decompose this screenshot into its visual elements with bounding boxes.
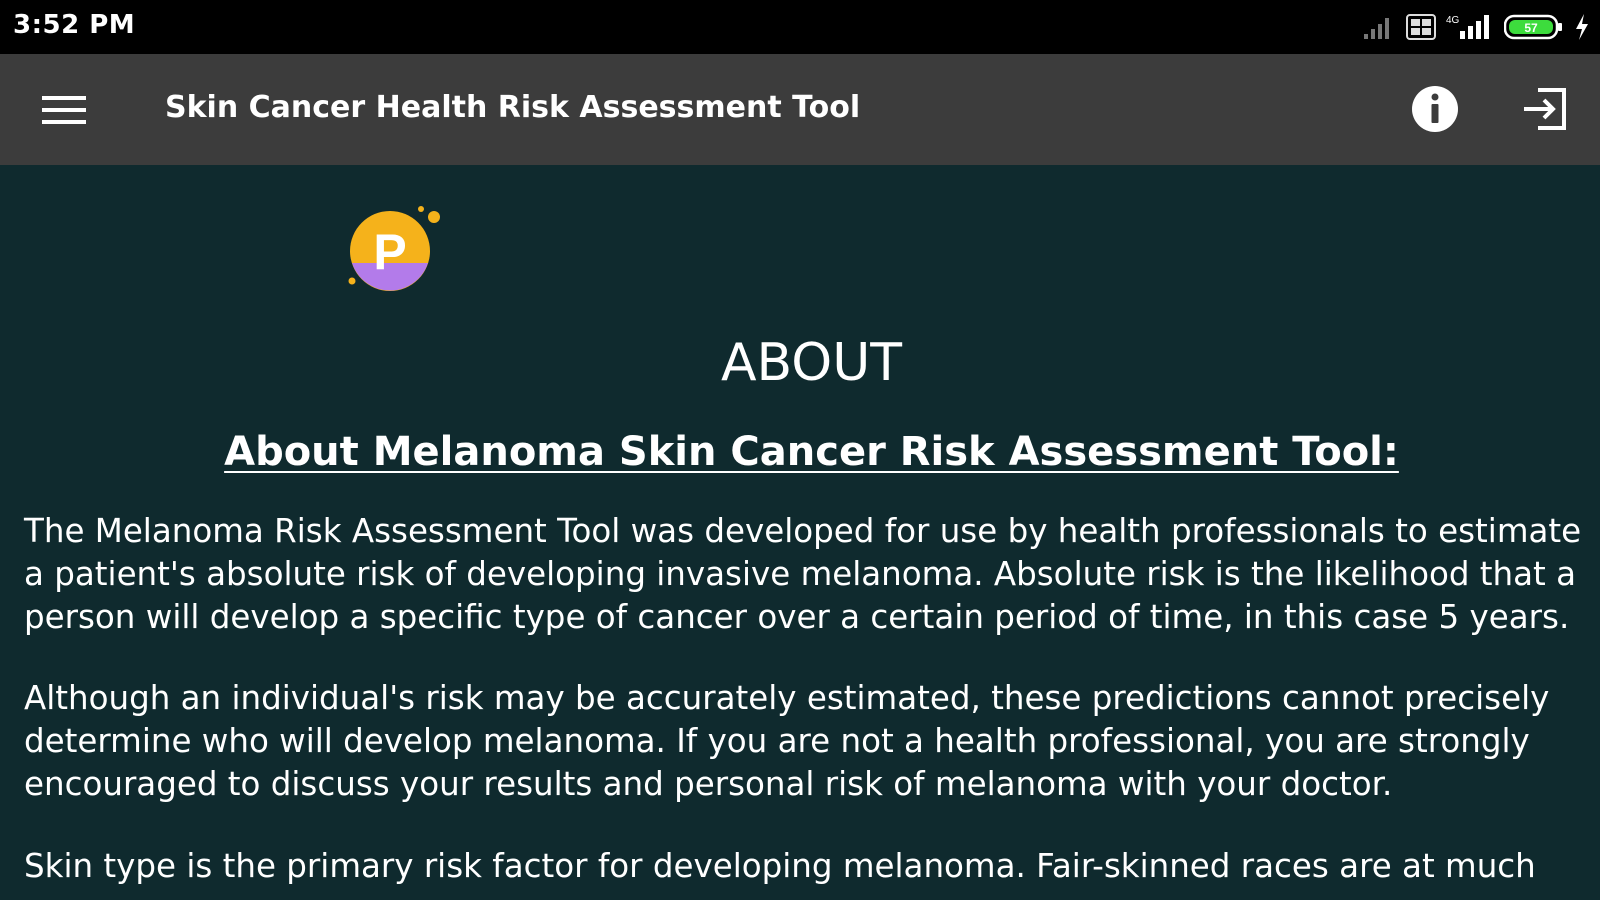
battery-level: 57 — [1524, 21, 1538, 35]
logo-letter: P — [373, 224, 406, 280]
menu-button[interactable] — [40, 90, 88, 130]
info-icon — [1412, 86, 1458, 132]
paragraph-1: The Melanoma Risk Assessment Tool was de… — [24, 512, 1582, 636]
svg-text:4G: 4G — [1446, 15, 1460, 26]
info-button[interactable] — [1410, 84, 1460, 134]
app-title: Skin Cancer Health Risk Assessment Tool — [165, 90, 861, 125]
status-bar: 3:52 PM 4G 57 — [0, 0, 1600, 54]
section-subheading: About Melanoma Skin Cancer Risk Assessme… — [224, 429, 1399, 475]
signal-weak-icon — [1364, 18, 1389, 39]
about-content: P ABOUT About Melanoma Skin Cancer Risk … — [0, 165, 1600, 900]
status-time: 3:52 PM — [13, 10, 136, 40]
battery-icon: 57 — [1504, 14, 1562, 40]
logout-button[interactable] — [1520, 84, 1570, 134]
charging-icon — [1576, 14, 1588, 40]
menu-icon — [42, 96, 86, 124]
app-bar: Skin Cancer Health Risk Assessment Tool — [0, 54, 1600, 165]
app-logo: P — [348, 206, 440, 291]
data-icon — [1406, 14, 1436, 40]
paragraph-2: Although an individual's risk may be acc… — [24, 679, 1550, 803]
logout-icon — [1524, 88, 1566, 130]
4g-signal-icon: 4G — [1446, 15, 1489, 39]
paragraph-3: Skin type is the primary risk factor for… — [24, 847, 1536, 885]
status-icons: 4G 57 — [1362, 10, 1590, 44]
page-title: ABOUT — [720, 333, 903, 393]
